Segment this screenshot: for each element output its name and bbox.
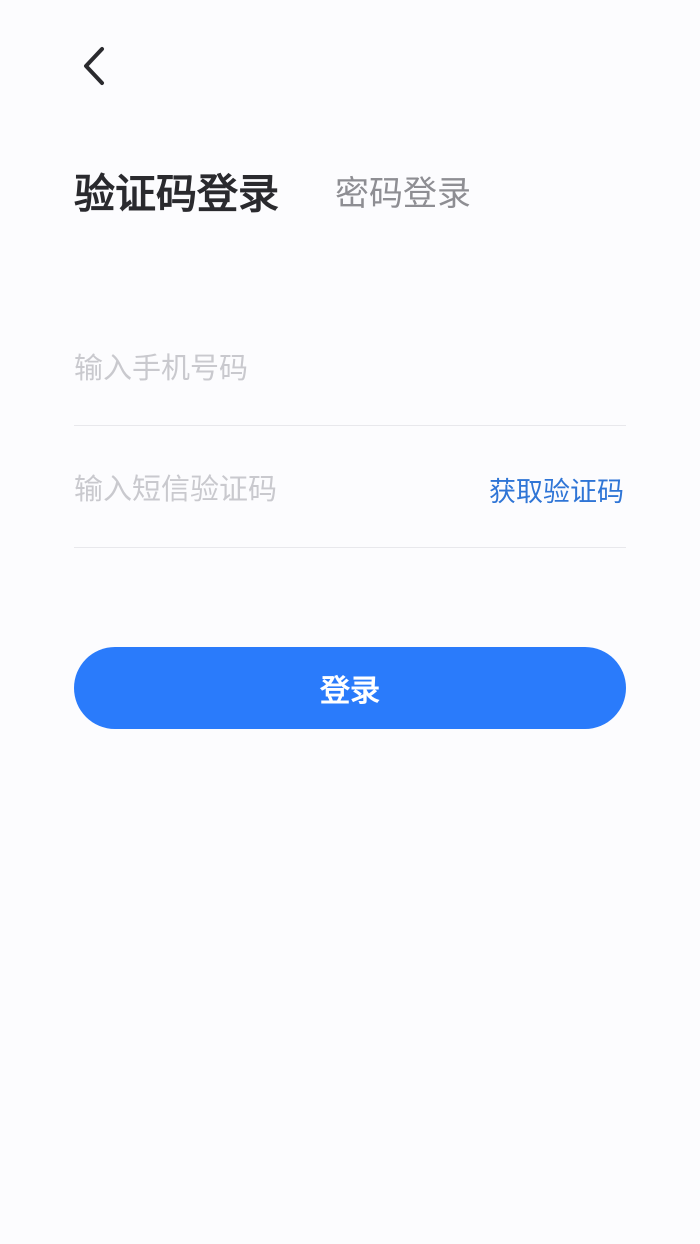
sms-code-field-row: 获取验证码 [74, 459, 626, 519]
phone-field-row [74, 338, 626, 398]
divider [74, 425, 626, 426]
phone-input[interactable] [74, 338, 626, 398]
get-code-button[interactable]: 获取验证码 [489, 470, 624, 509]
tab-password-login[interactable]: 密码登录 [335, 166, 471, 222]
login-button[interactable]: 登录 [74, 647, 626, 729]
login-tabs: 验证码登录 密码登录 [74, 166, 471, 222]
sms-code-input[interactable] [74, 459, 489, 519]
chevron-left-icon [84, 47, 104, 85]
divider [74, 547, 626, 548]
back-button[interactable] [72, 42, 116, 90]
tab-sms-login[interactable]: 验证码登录 [74, 166, 279, 222]
